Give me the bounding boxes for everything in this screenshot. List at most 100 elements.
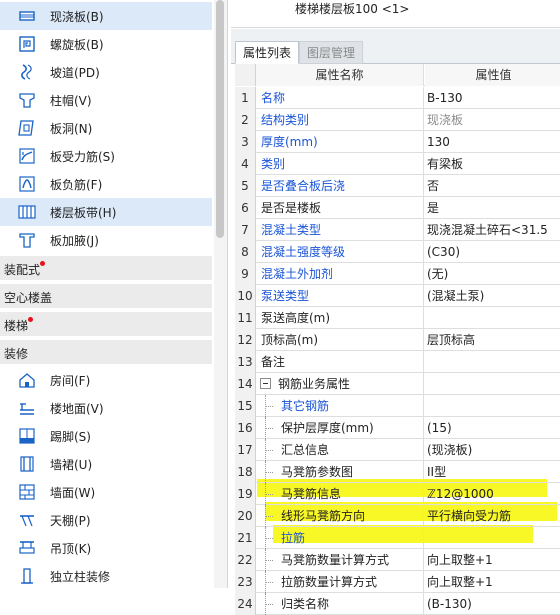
- property-row[interactable]: 13 备注: [235, 351, 560, 373]
- property-row[interactable]: 7 混凝土类型 现浇混凝土碎石<31.5: [235, 219, 560, 241]
- property-value-cell[interactable]: 现浇混凝土碎石<31.5: [425, 219, 560, 241]
- property-value-cell[interactable]: II型: [425, 461, 560, 483]
- category-header-3[interactable]: 楼梯: [0, 312, 212, 336]
- property-name-text: 线形马凳筋方向: [281, 509, 366, 523]
- property-row[interactable]: 12 顶标高(m) 层顶标高: [235, 329, 560, 351]
- category-header-label: 装修: [4, 347, 29, 361]
- decoration-item-3[interactable]: 踢脚(S): [0, 422, 212, 450]
- decoration-item-7[interactable]: 吊顶(K): [0, 534, 212, 562]
- tab-layer-management[interactable]: 图层管理: [299, 41, 364, 64]
- property-value-cell[interactable]: ℤ12@1000: [425, 483, 560, 505]
- component-item-3[interactable]: 坡道(PD): [0, 58, 212, 86]
- floor-surface-icon: [17, 398, 37, 418]
- decoration-item-4[interactable]: 墙裙(U): [0, 450, 212, 478]
- component-item-5[interactable]: 板洞(N): [0, 114, 212, 142]
- property-value-cell[interactable]: (混凝土泵): [425, 285, 560, 307]
- property-row[interactable]: 18 马凳筋参数图 II型: [235, 461, 560, 483]
- property-value-cell[interactable]: (现浇板): [425, 439, 560, 461]
- tree-branch: [265, 494, 273, 495]
- dado-icon: [17, 454, 37, 474]
- property-value-cell[interactable]: 130: [425, 131, 560, 153]
- component-item-8[interactable]: 楼层板带(H): [0, 198, 212, 226]
- property-row[interactable]: 4 类别 有梁板: [235, 153, 560, 175]
- component-item-label: 螺旋板(B): [50, 38, 104, 52]
- property-value-cell[interactable]: (无): [425, 263, 560, 285]
- property-row[interactable]: 17 汇总信息 (现浇板): [235, 439, 560, 461]
- decoration-item-5[interactable]: 墙面(W): [0, 478, 212, 506]
- vertical-scrollbar[interactable]: [214, 0, 227, 588]
- property-row[interactable]: 5 是否叠合板后浇 否: [235, 175, 560, 197]
- property-row[interactable]: 20 线形马凳筋方向 平行横向受力筋: [235, 505, 560, 527]
- property-value-cell[interactable]: 现浇板: [425, 109, 560, 131]
- property-value-cell[interactable]: [425, 527, 560, 549]
- component-tree-panel: 现浇板(B) 螺旋板(B) 坡道(PD) 柱帽(V) 板洞(N) 板受力筋(S) 板负筋(F…: [0, 0, 228, 588]
- property-value-cell[interactable]: (15): [425, 417, 560, 439]
- property-row[interactable]: 9 混凝土外加剂 (无): [235, 263, 560, 285]
- row-number: 4: [235, 153, 256, 175]
- property-name-cell: 顶标高(m): [256, 329, 424, 351]
- property-value-cell[interactable]: 是: [425, 197, 560, 219]
- property-row[interactable]: 2 结构类别 现浇板: [235, 109, 560, 131]
- property-row[interactable]: 24 归类名称 (B-130): [235, 593, 560, 615]
- property-value-cell[interactable]: 层顶标高: [425, 329, 560, 351]
- property-value-cell[interactable]: (C30): [425, 241, 560, 263]
- property-value-cell[interactable]: [425, 307, 560, 329]
- category-header-4[interactable]: 装修: [0, 340, 212, 364]
- property-name-cell: 马凳筋数量计算方式: [256, 549, 424, 571]
- preview-area: 楼梯楼层板100 <1>: [231, 0, 560, 28]
- floor-slab-strip-icon: [17, 202, 37, 222]
- property-value-cell[interactable]: [425, 395, 560, 417]
- property-name-cell: 名称: [256, 87, 424, 109]
- slab-hole-icon: [17, 118, 37, 138]
- decoration-item-1[interactable]: 房间(F): [0, 366, 212, 394]
- component-item-label: 板洞(N): [50, 122, 93, 136]
- property-row[interactable]: 11 泵送高度(m): [235, 307, 560, 329]
- property-row[interactable]: 3 厚度(mm) 130: [235, 131, 560, 153]
- scrollbar-thumb[interactable]: [216, 0, 224, 238]
- decoration-item-6[interactable]: 天棚(P): [0, 506, 212, 534]
- property-row[interactable]: 14 钢筋业务属性: [235, 373, 560, 395]
- component-item-1[interactable]: 现浇板(B): [0, 2, 212, 30]
- collapse-toggle-icon[interactable]: [260, 378, 271, 389]
- component-item-2[interactable]: 螺旋板(B): [0, 30, 212, 58]
- component-item-4[interactable]: 柱帽(V): [0, 86, 212, 114]
- property-row[interactable]: 22 马凳筋数量计算方式 向上取整+1: [235, 549, 560, 571]
- preview-title: 楼梯楼层板100 <1>: [295, 2, 410, 16]
- property-value-cell[interactable]: (B-130): [425, 593, 560, 615]
- property-value-cell[interactable]: [425, 351, 560, 373]
- property-name-cell: 拉筋数量计算方式: [256, 571, 424, 593]
- row-number-header: [235, 64, 256, 86]
- property-name-cell: 保护层厚度(mm): [256, 417, 424, 439]
- property-row[interactable]: 1 名称 B-130: [235, 87, 560, 109]
- component-item-label: 板负筋(F): [50, 178, 103, 192]
- property-row[interactable]: 21 拉筋: [235, 527, 560, 549]
- row-number: 8: [235, 241, 256, 263]
- property-value-cell[interactable]: 向上取整+1: [425, 549, 560, 571]
- tab-property-list[interactable]: 属性列表: [235, 41, 300, 64]
- property-row[interactable]: 19 马凳筋信息 ℤ12@1000: [235, 483, 560, 505]
- decoration-item-label: 踢脚(S): [50, 430, 91, 444]
- property-row[interactable]: 10 泵送类型 (混凝土泵): [235, 285, 560, 307]
- property-row[interactable]: 16 保护层厚度(mm) (15): [235, 417, 560, 439]
- component-item-9[interactable]: 板加腋(J): [0, 226, 212, 254]
- property-value-cell[interactable]: 否: [425, 175, 560, 197]
- decoration-item-2[interactable]: 楼地面(V): [0, 394, 212, 422]
- property-value-cell[interactable]: B-130: [425, 87, 560, 109]
- component-item-7[interactable]: 板负筋(F): [0, 170, 212, 198]
- row-number: 14: [235, 373, 256, 395]
- property-row[interactable]: 15 其它钢筋: [235, 395, 560, 417]
- property-row[interactable]: 23 拉筋数量计算方式 向上取整+1: [235, 571, 560, 593]
- property-value-cell[interactable]: 向上取整+1: [425, 571, 560, 593]
- property-row[interactable]: 8 混凝土强度等级 (C30): [235, 241, 560, 263]
- property-value-cell[interactable]: 有梁板: [425, 153, 560, 175]
- category-header-1[interactable]: 装配式: [0, 256, 212, 280]
- decoration-item-8[interactable]: 独立柱装修: [0, 562, 212, 588]
- component-item-6[interactable]: 板受力筋(S): [0, 142, 212, 170]
- property-value-cell[interactable]: 平行横向受力筋: [425, 505, 560, 527]
- category-header-2[interactable]: 空心楼盖: [0, 284, 212, 308]
- property-name-cell: 厚度(mm): [256, 131, 424, 153]
- component-item-label: 楼层板带(H): [50, 206, 117, 220]
- slab-haunch-icon: [17, 230, 37, 250]
- property-row[interactable]: 6 是否是楼板 是: [235, 197, 560, 219]
- property-value-cell[interactable]: [425, 373, 560, 395]
